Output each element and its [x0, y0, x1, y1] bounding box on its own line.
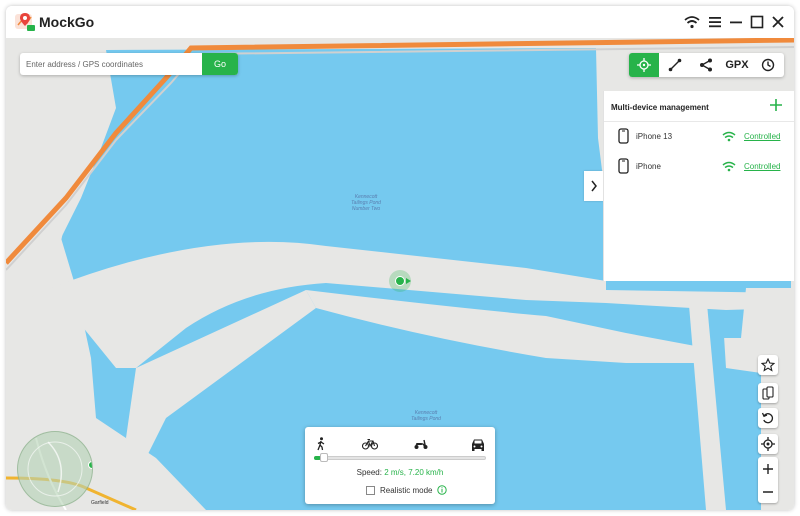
- two-spot-route-icon: [668, 58, 682, 72]
- crosshair-icon: [761, 437, 775, 451]
- bike-mode-button[interactable]: [360, 436, 380, 452]
- teleport-mode-button[interactable]: [629, 53, 659, 77]
- phone-icon: [618, 158, 629, 174]
- menu-icon[interactable]: [706, 13, 724, 31]
- joystick-control[interactable]: [17, 431, 93, 507]
- speed-panel: Speed: 2 m/s, 7.20 km/h Realistic mode: [305, 427, 495, 504]
- speed-readout: Speed: 2 m/s, 7.20 km/h: [305, 468, 495, 477]
- speed-slider-track[interactable]: [314, 456, 486, 460]
- app-title: MockGo: [39, 14, 95, 30]
- car-mode-button[interactable]: [468, 436, 488, 452]
- chevron-right-icon: [590, 180, 597, 192]
- two-spot-route-button[interactable]: [660, 53, 690, 77]
- add-device-icon[interactable]: [769, 98, 783, 112]
- device-panel-title: Multi-device management: [611, 103, 709, 112]
- locate-me-button[interactable]: [758, 434, 778, 454]
- car-icon: [472, 439, 484, 451]
- phones-icon: [762, 386, 774, 400]
- device-row[interactable]: iPhone 13 Controlled: [604, 122, 794, 150]
- device-panel: Multi-device management iPhone 13 Contro…: [603, 91, 794, 281]
- scooter-icon: [414, 439, 428, 449]
- device-status-link[interactable]: Controlled: [744, 162, 780, 171]
- walk-mode-button[interactable]: [311, 436, 331, 452]
- maximize-icon[interactable]: [748, 13, 766, 31]
- joystick-ring-icon: [27, 441, 92, 497]
- history-button[interactable]: [753, 53, 783, 77]
- gpx-label: GPX: [725, 59, 749, 71]
- phone-icon: [618, 128, 629, 144]
- realistic-mode-toggle[interactable]: Realistic mode: [366, 484, 448, 496]
- direction-arrow-icon: [406, 278, 411, 284]
- reset-location-button[interactable]: [758, 408, 778, 428]
- mockgo-logo-icon: [15, 13, 35, 31]
- device-switch-button[interactable]: [758, 383, 778, 403]
- gpx-import-button[interactable]: GPX: [722, 53, 752, 77]
- speed-label: Speed:: [356, 468, 382, 477]
- minimize-icon[interactable]: [727, 13, 745, 31]
- info-icon[interactable]: [437, 485, 448, 495]
- pond-label-north: Kennecott Tailings Pond Number Two: [351, 194, 381, 212]
- teleport-icon: [637, 58, 651, 72]
- speed-value: 2 m/s, 7.20 km/h: [384, 468, 444, 477]
- favorite-button[interactable]: [758, 355, 778, 375]
- minus-icon: [763, 490, 773, 493]
- history-icon: [761, 58, 775, 72]
- wifi-icon: [722, 161, 736, 172]
- speed-slider-handle[interactable]: [319, 453, 328, 462]
- device-status-link[interactable]: Controlled: [744, 132, 780, 141]
- plus-icon: [763, 463, 773, 474]
- share-icon: [700, 58, 712, 72]
- device-name: iPhone 13: [636, 132, 673, 141]
- close-icon[interactable]: [769, 13, 787, 31]
- zoom-out-button[interactable]: [758, 480, 778, 503]
- refresh-icon: [761, 412, 774, 424]
- device-row[interactable]: iPhone Controlled: [604, 152, 794, 180]
- street-label: Garfield: [91, 500, 109, 506]
- multi-spot-route-button[interactable]: [691, 53, 721, 77]
- location-dot: [395, 276, 405, 286]
- device-name: iPhone: [636, 162, 661, 171]
- realistic-mode-checkbox[interactable]: [366, 485, 375, 495]
- go-button[interactable]: Go: [202, 53, 238, 75]
- scooter-mode-button[interactable]: [411, 436, 431, 452]
- walk-icon: [317, 437, 325, 451]
- location-marker[interactable]: [389, 270, 411, 292]
- collapse-panel-button[interactable]: [584, 171, 603, 201]
- map-view[interactable]: Kennecott Tailings Pond Number Two Kenne…: [6, 38, 794, 510]
- star-icon: [761, 358, 775, 372]
- realistic-mode-label: Realistic mode: [380, 485, 433, 495]
- wifi-icon[interactable]: [683, 13, 701, 31]
- zoom-in-button[interactable]: [758, 457, 778, 480]
- title-bar: MockGo: [6, 6, 794, 38]
- bike-icon: [362, 438, 378, 450]
- zoom-control: [758, 457, 778, 503]
- mode-toolbar: GPX: [629, 53, 784, 77]
- app-window: MockGo Kennecott Tailings Pond Number Tw…: [6, 6, 794, 510]
- pond-label-south: Kennecott Tailings Pond: [411, 410, 441, 422]
- wifi-icon: [722, 131, 736, 142]
- search-input[interactable]: [20, 53, 200, 75]
- search-bar: Go: [20, 53, 238, 75]
